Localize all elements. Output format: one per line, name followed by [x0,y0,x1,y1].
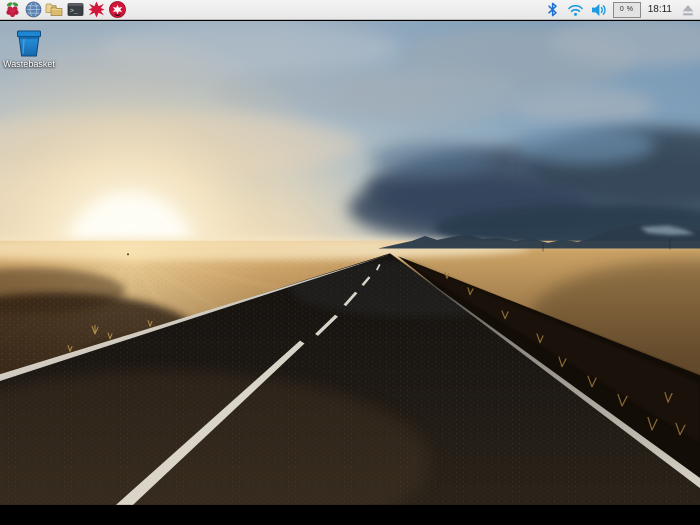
desktop-icon-label: Wastebasket [0,59,58,69]
desktop-icon-wastebasket[interactable]: Wastebasket [0,28,58,69]
file-manager-icon[interactable] [45,1,63,19]
wifi-icon[interactable] [567,1,585,19]
eject-icon[interactable] [679,1,697,19]
web-browser-globe-icon[interactable] [24,1,42,19]
desktop[interactable]: Wastebasket [0,21,700,525]
taskbar-launchers: >_ [3,1,126,19]
wolfram-icon[interactable] [108,1,126,19]
raspberry-pi-desktop: >_ [0,0,700,525]
bluetooth-icon[interactable] [544,1,562,19]
cpu-usage-value: 0 % [620,6,634,13]
wallpaper-scene [0,21,700,525]
svg-text:>_: >_ [70,8,78,15]
wastebasket-icon [12,28,46,58]
cpu-usage-monitor[interactable]: 0 % [613,2,641,18]
taskbar: >_ [0,0,700,20]
volume-icon[interactable] [590,1,608,19]
taskbar-status-area: 0 % 18:11 [544,1,697,19]
terminal-icon[interactable]: >_ [66,1,84,19]
mathematica-spikey-icon[interactable] [87,1,105,19]
raspberry-menu-icon[interactable] [3,1,21,19]
clock[interactable]: 18:11 [646,4,674,15]
